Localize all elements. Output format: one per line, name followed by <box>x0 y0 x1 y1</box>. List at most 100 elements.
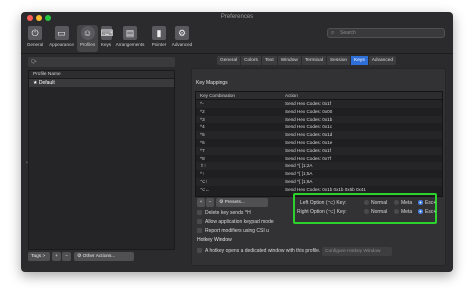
key-cell: ⇧↑ <box>200 163 207 169</box>
tab-advanced[interactable]: Advanced <box>369 56 396 65</box>
table-row[interactable]: ^8 Send Hex Codes: 0x7f <box>196 155 442 163</box>
radio-label: Esc+ <box>425 200 437 206</box>
right-option-esc-radio[interactable]: Esc+ <box>418 209 436 215</box>
radio-label: Esc+ <box>425 209 437 215</box>
profiles-icon: ☺ <box>80 26 95 40</box>
radio-dot <box>394 209 399 215</box>
table-row[interactable]: ^4 Send Hex Codes: 0x1c <box>196 123 442 131</box>
tab-session[interactable]: Session <box>327 56 352 65</box>
table-row[interactable]: ⌥↑ Send ^[ [1;6A <box>196 177 442 186</box>
radio-label: Meta <box>401 200 413 206</box>
action-cell: Send Hex Codes: 0x1f <box>285 101 331 106</box>
left-option-key-row: Left Option (⌥) Key: Normal Meta Esc+ <box>300 200 436 206</box>
toolbar-pointer[interactable]: ▮ Pointer <box>148 25 170 52</box>
tab-colors[interactable]: Colors <box>241 56 262 65</box>
table-header: Key Combination Action <box>196 92 442 100</box>
radio-label: Normal <box>371 200 388 206</box>
toolbar-profiles[interactable]: ☺ Profiles <box>77 25 98 52</box>
tab-text[interactable]: Text <box>262 56 278 65</box>
toolbar-label: Advanced <box>171 42 193 47</box>
checkbox-label: Delete key sends ^H <box>205 210 251 216</box>
radio-dot <box>364 200 369 206</box>
other-actions-button[interactable]: ⚙ Other Actions... <box>74 252 134 261</box>
action-cell: Send ^[ [1;6A <box>285 178 313 184</box>
table-row[interactable]: ^7 Send Hex Codes: 0x1f <box>196 146 442 155</box>
checkbox-box <box>197 228 202 234</box>
radio-dot <box>364 209 369 215</box>
toolbar-label: Appearance <box>49 42 74 47</box>
key-cell: ^5 <box>200 132 205 138</box>
toolbar-appearance[interactable]: ▭ Appearance <box>48 25 75 52</box>
key-cell: ^- <box>200 101 204 106</box>
key-cell: ^8 <box>200 155 205 161</box>
settings-tabs: General Colors Text Window Terminal Sess… <box>217 56 397 65</box>
table-row[interactable]: ^5 Send Hex Codes: 0x1d <box>196 131 442 139</box>
table-row[interactable]: ⇧↑ Send ^[ [1;2A <box>196 162 442 171</box>
toolbar-label: General <box>26 42 44 47</box>
toolbar-general[interactable]: ⏻ General <box>24 25 46 52</box>
toolbar-keys[interactable]: ⌨ Keys <box>99 25 114 52</box>
action-cell: Send ^[ [1;5A <box>285 171 313 177</box>
checkbox-box <box>197 210 202 216</box>
tab-window[interactable]: Window <box>278 56 302 65</box>
checkbox-box <box>197 219 202 225</box>
action-cell: Send Hex Codes: 0x1f <box>285 147 331 153</box>
configure-hotkey-window-button[interactable]: Configure Hotkey Window <box>322 247 392 256</box>
toolbar-arrangements[interactable]: ▤ Arrangements <box>114 25 146 52</box>
right-option-meta-radio[interactable]: Meta <box>394 209 412 215</box>
action-cell: Send ^[ [1;2A <box>285 163 313 169</box>
checkbox-label: Report modifiers using CSI u <box>205 228 269 234</box>
profile-list-header[interactable]: Profile Name <box>29 71 174 79</box>
preferences-window: Preferences ⏻ General ▭ Appearance ☺ Pro… <box>21 12 453 272</box>
add-profile-button[interactable]: + <box>52 252 61 261</box>
table-row[interactable]: ^3 Send Hex Codes: 0x1b <box>196 115 442 124</box>
title-bar: Preferences <box>21 12 453 24</box>
toolbar-advanced[interactable]: ⚙ Advanced <box>170 25 194 52</box>
application-keypad-checkbox[interactable]: Allow application keypad mode <box>197 219 274 225</box>
tab-terminal[interactable]: Terminal <box>302 56 327 65</box>
right-option-normal-radio[interactable]: Normal <box>364 209 387 215</box>
toolbar-label: Keys <box>100 42 112 47</box>
key-cell: ^7 <box>200 147 205 153</box>
checkbox-label: Allow application keypad mode <box>205 219 274 225</box>
report-modifiers-checkbox[interactable]: Report modifiers using CSI u <box>197 228 269 234</box>
checkbox-box <box>197 248 202 254</box>
key-cell: ^2 <box>200 108 205 114</box>
add-mapping-button[interactable]: + <box>197 198 205 207</box>
left-option-esc-radio[interactable]: Esc+ <box>418 200 436 206</box>
tab-keys[interactable]: Keys <box>351 56 369 65</box>
remove-profile-button[interactable]: − <box>62 252 71 261</box>
right-option-key-row: Right Option (⌥) Key: Normal Meta Esc+ <box>297 209 436 215</box>
action-cell: Send Hex Codes: 0x7f <box>285 155 331 161</box>
table-row[interactable]: ^- Send Hex Codes: 0x1f <box>196 100 442 108</box>
pointer-icon: ▮ <box>152 26 166 40</box>
table-row[interactable]: ^6 Send Hex Codes: 0x1e <box>196 139 442 147</box>
tab-general[interactable]: General <box>217 56 242 65</box>
hotkey-window-heading: Hotkey Window <box>197 237 232 243</box>
remove-mapping-button[interactable]: − <box>206 198 214 207</box>
profile-item-default[interactable]: ★ Default <box>29 79 174 87</box>
profile-filter-input[interactable]: Q• <box>28 57 175 67</box>
table-row[interactable]: ^↑ Send ^[ [1;5A <box>196 170 442 178</box>
key-cell: ^↑ <box>200 171 205 177</box>
delete-sends-ctrl-h-checkbox[interactable]: Delete key sends ^H <box>197 210 251 216</box>
toolbar-label: Arrangements <box>115 42 145 47</box>
right-option-label: Right Option (⌥) Key: <box>297 209 347 215</box>
left-option-meta-radio[interactable]: Meta <box>394 200 412 206</box>
toolbar-label: Pointer <box>151 42 167 47</box>
pane-splitter[interactable]: • <box>26 160 28 166</box>
action-cell: Send Hex Codes: 0x1b <box>285 116 333 122</box>
search-icon: ⌕ <box>331 30 335 36</box>
hotkey-window-checkbox[interactable]: A hotkey opens a dedicated window with t… <box>197 248 320 254</box>
window-title: Preferences <box>220 14 254 20</box>
presets-button[interactable]: ⚙ Presets... <box>216 198 268 207</box>
column-key-combination[interactable]: Key Combination <box>196 92 282 99</box>
radio-label: Normal <box>371 209 388 215</box>
column-action[interactable]: Action <box>282 92 442 99</box>
toolbar: ⏻ General ▭ Appearance ☺ Profiles ⌨ Keys… <box>21 24 453 54</box>
left-option-normal-radio[interactable]: Normal <box>364 200 387 206</box>
table-row[interactable]: ^2 Send Hex Codes: 0x00 <box>196 108 442 116</box>
tags-button[interactable]: Tags > <box>28 252 50 261</box>
search-input[interactable]: ⌕ Search <box>327 28 445 38</box>
key-cell: ⌥↑ <box>200 178 208 184</box>
